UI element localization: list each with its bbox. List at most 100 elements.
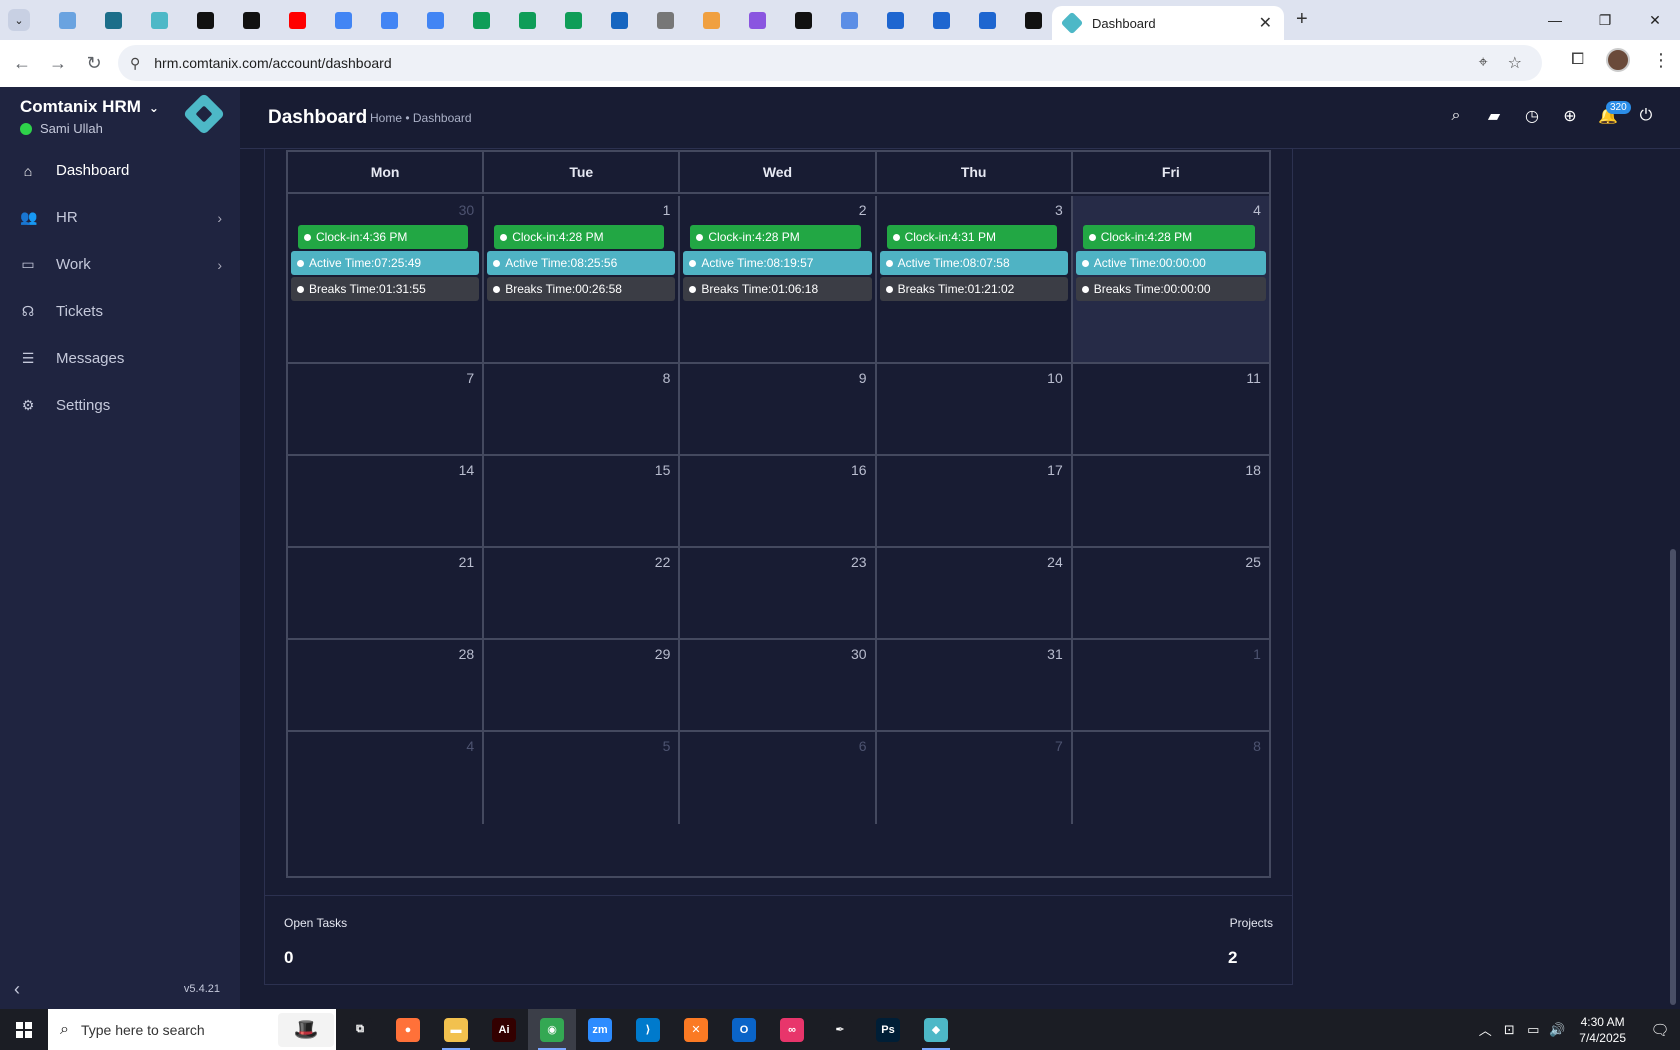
calendar-day[interactable]: 29 (484, 640, 681, 730)
calendar-day[interactable]: 8 (1073, 732, 1269, 824)
pinned-tab[interactable] (642, 0, 688, 40)
volume-icon[interactable]: 🔊 (1545, 1022, 1569, 1038)
taskbar-firefox[interactable]: ● (384, 1009, 432, 1050)
notification-center-icon[interactable]: 🗨 (1640, 1021, 1680, 1039)
sidebar-item-dashboard[interactable]: ⌂ Dashboard (0, 147, 240, 194)
taskbar-vscode[interactable]: ⟩ (624, 1009, 672, 1050)
active-time-event[interactable]: Active Time: 07:25:49 (291, 251, 480, 275)
pinned-tab[interactable] (44, 0, 90, 40)
breaks-time-event[interactable]: Breaks Time: 01:21:02 (879, 277, 1068, 301)
add-icon[interactable]: ⊕ (1560, 106, 1580, 126)
taskbar-chrome[interactable]: ◉ (528, 1009, 576, 1050)
clock-in-event[interactable]: Clock-in: 4:31 PM (886, 225, 1057, 249)
page-scrollbar[interactable] (1666, 149, 1680, 1009)
pinned-tab[interactable] (596, 0, 642, 40)
pinned-tab[interactable] (964, 0, 1010, 40)
calendar-day[interactable]: 7 (877, 732, 1073, 824)
pinned-tab[interactable] (504, 0, 550, 40)
pinned-tab[interactable] (1010, 0, 1056, 40)
taskbar-hrm-app[interactable]: ◆ (912, 1009, 960, 1050)
clock-in-event[interactable]: Clock-in: 4:36 PM (298, 225, 469, 249)
taskbar-photoshop[interactable]: Ps (864, 1009, 912, 1050)
calendar-day[interactable]: 17 (877, 456, 1073, 546)
taskbar-clock[interactable]: 4:30 AM 7/4/2025 (1579, 1014, 1626, 1046)
pinned-tab[interactable] (228, 0, 274, 40)
calendar-day[interactable]: 28 (288, 640, 485, 730)
sidebar-item-settings[interactable]: ⚙ Settings (0, 382, 240, 429)
tray-chevron-up-icon[interactable]: ︿ (1473, 1020, 1497, 1039)
taskbar-outlook[interactable]: O (720, 1009, 768, 1050)
calendar-day[interactable]: 5 (484, 732, 681, 824)
browser-menu-icon[interactable]: ⋮ (1652, 50, 1670, 71)
pinned-tab[interactable] (734, 0, 780, 40)
calendar-day[interactable]: 11 (1073, 364, 1269, 454)
pinned-tab[interactable] (366, 0, 412, 40)
pinned-tab[interactable] (872, 0, 918, 40)
active-time-event[interactable]: Active Time: 08:25:56 (487, 251, 676, 275)
tab-search-chevron-icon[interactable]: ⌄ (8, 9, 30, 31)
pinned-tab[interactable] (412, 0, 458, 40)
breaks-time-event[interactable]: Breaks Time: 00:00:00 (1075, 277, 1266, 301)
pinned-tab[interactable] (780, 0, 826, 40)
clock-icon[interactable]: ◷ (1522, 106, 1542, 126)
new-tab-icon[interactable]: + (1296, 8, 1308, 31)
sidebar-item-work[interactable]: ▭ Work › (0, 241, 240, 288)
calendar-day[interactable]: 18 (1073, 456, 1269, 546)
search-highlight-icon[interactable]: 🎩 (278, 1012, 334, 1047)
calendar-day[interactable]: 24 (877, 548, 1073, 638)
reload-icon[interactable]: ↻ (76, 53, 112, 74)
omnibox[interactable]: ⚲ hrm.comtanix.com/account/dashboard ⌖ ☆ (118, 45, 1542, 81)
pinned-tab[interactable] (320, 0, 366, 40)
calendar-day[interactable]: 2 Clock-in: 4:28 PM Active Time: 08:19:57 B… (680, 196, 877, 362)
calendar-day[interactable]: 9 (680, 364, 877, 454)
sidebar-item-hr[interactable]: 👥 HR › (0, 194, 240, 241)
location-icon[interactable]: ⌖ (1479, 54, 1488, 72)
pinned-tab[interactable] (458, 0, 504, 40)
taskbar-file-explorer[interactable]: ▬ (432, 1009, 480, 1050)
calendar-day[interactable]: 15 (484, 456, 681, 546)
search-icon[interactable]: ⌕ (1446, 106, 1466, 126)
calendar-day[interactable]: 4 (288, 732, 485, 824)
site-info-icon[interactable]: ⚲ (130, 55, 140, 72)
breaks-time-event[interactable]: Breaks Time: 01:06:18 (683, 277, 872, 301)
notes-icon[interactable]: ▰ (1484, 106, 1504, 126)
extensions-icon[interactable]: ⧠ (1571, 51, 1584, 69)
pinned-tab[interactable] (182, 0, 228, 40)
active-time-event[interactable]: Active Time: 08:07:58 (879, 251, 1068, 275)
breaks-time-event[interactable]: Breaks Time: 01:31:55 (291, 277, 480, 301)
tray-app-icon[interactable]: ⊡ (1497, 1022, 1521, 1038)
breaks-time-event[interactable]: Breaks Time: 00:26:58 (487, 277, 676, 301)
pinned-tab[interactable] (274, 0, 320, 40)
calendar-day[interactable]: 25 (1073, 548, 1269, 638)
pinned-tab[interactable] (688, 0, 734, 40)
calendar-day[interactable]: 21 (288, 548, 485, 638)
calendar-day[interactable]: 8 (484, 364, 681, 454)
url-text[interactable]: hrm.comtanix.com/account/dashboard (154, 55, 1478, 71)
sidebar-item-tickets[interactable]: ☊ Tickets (0, 288, 240, 335)
calendar-day[interactable]: 22 (484, 548, 681, 638)
forward-icon[interactable]: → (40, 53, 76, 74)
windows-start-icon[interactable] (0, 1021, 48, 1038)
calendar-day[interactable]: 1 (1073, 640, 1269, 730)
restore-icon[interactable]: ❐ (1580, 0, 1630, 40)
active-tab[interactable]: Dashboard ✕ (1052, 6, 1284, 40)
calendar-day[interactable]: 14 (288, 456, 485, 546)
profile-avatar[interactable] (1606, 48, 1630, 72)
calendar-day[interactable]: 23 (680, 548, 877, 638)
taskbar-xampp[interactable]: ✕ (672, 1009, 720, 1050)
clock-in-event[interactable]: Clock-in: 4:28 PM (690, 225, 861, 249)
calendar-day[interactable]: 10 (877, 364, 1073, 454)
scrollbar-thumb[interactable] (1670, 549, 1676, 1005)
taskbar-creative-cloud[interactable]: ∞ (768, 1009, 816, 1050)
network-icon[interactable]: ▭ (1521, 1022, 1545, 1038)
calendar-day[interactable]: 30 (680, 640, 877, 730)
breadcrumb[interactable]: Home • Dashboard (370, 111, 472, 125)
pinned-tab[interactable] (550, 0, 596, 40)
calendar-day[interactable]: 30 Clock-in: 4:36 PM Active Time: 07:25:49… (288, 196, 485, 362)
active-time-event[interactable]: Active Time: 00:00:00 (1075, 251, 1266, 275)
close-tab-icon[interactable]: ✕ (1259, 13, 1272, 33)
pinned-tab[interactable] (826, 0, 872, 40)
taskbar-search[interactable]: ⌕ Type here to search 🎩 (48, 1009, 336, 1050)
clock-in-event[interactable]: Clock-in: 4:28 PM (1082, 225, 1255, 249)
calendar-day[interactable]: 6 (680, 732, 877, 824)
